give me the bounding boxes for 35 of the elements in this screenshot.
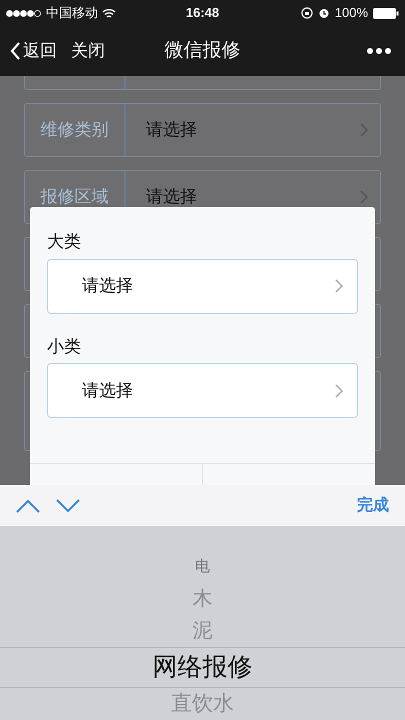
picker-item[interactable]: 泥 [192, 615, 212, 647]
carrier-name: 中国移动 [46, 4, 98, 22]
select-field[interactable]: 请选择 [47, 258, 358, 314]
alarm-icon [318, 7, 330, 19]
previous-button[interactable] [16, 498, 40, 512]
chevron-right-icon [335, 279, 343, 293]
select-field[interactable]: 请选择 [47, 363, 358, 418]
battery-icon [373, 8, 399, 18]
chevron-right-icon [360, 190, 368, 204]
back-button[interactable]: 返回 [10, 38, 57, 64]
form-row[interactable]: 维修类别 请选择 [24, 103, 381, 157]
picker-item[interactable]: 木 [192, 583, 212, 615]
chevron-up-icon [16, 498, 40, 512]
field-placeholder: 请选择 [146, 119, 197, 142]
next-button[interactable] [56, 498, 80, 512]
picker-item[interactable]: 直饮水 [171, 688, 234, 720]
rotation-lock-icon [300, 7, 313, 19]
chevron-down-icon [56, 498, 80, 512]
picker-item[interactable]: 网络报修 [0, 647, 405, 688]
done-button[interactable]: 完成 [357, 494, 389, 518]
page-title: 微信报修 [164, 40, 240, 61]
field-placeholder: 请选择 [146, 186, 197, 208]
chevron-right-icon [360, 123, 368, 137]
clock-time: 16:48 [186, 4, 220, 22]
chevron-right-icon [335, 384, 343, 398]
battery-percent: 100% [334, 4, 368, 22]
back-chevron-icon [10, 41, 21, 61]
close-button[interactable]: 关闭 [71, 38, 105, 64]
picker-item[interactable]: 电 [195, 551, 210, 583]
dialog-field-label: 大类 [47, 231, 82, 253]
dialog-field-label: 小类 [47, 336, 82, 358]
field-label: 报修区域 [40, 186, 108, 208]
wifi-icon [102, 8, 116, 18]
signal-icon [6, 10, 42, 16]
field-label: 维修类别 [40, 119, 108, 142]
